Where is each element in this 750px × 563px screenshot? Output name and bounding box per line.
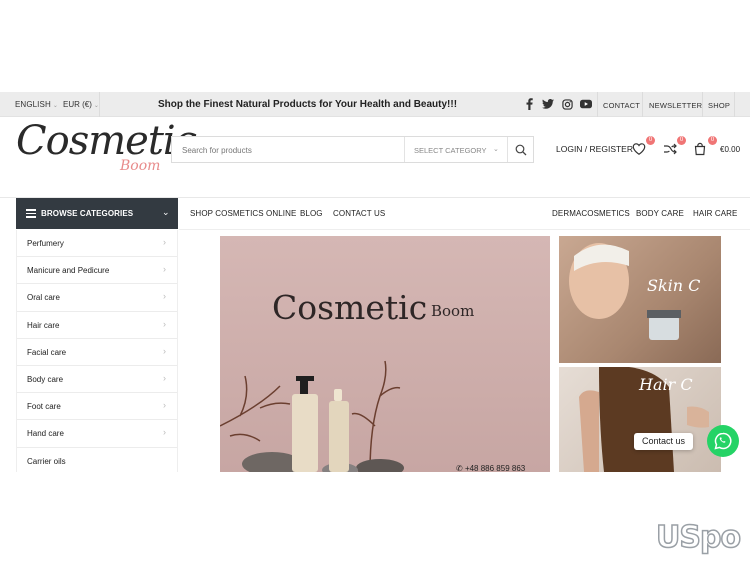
category-item-manicure-pedicure[interactable]: Manicure and Pedicure ›: [17, 257, 177, 285]
divider: [99, 92, 100, 117]
category-item-oral-care[interactable]: Oral care ›: [17, 284, 177, 312]
shop-link[interactable]: SHOP: [708, 101, 730, 110]
language-selector[interactable]: ENGLISH ⌄: [15, 100, 58, 109]
top-bar: ENGLISH ⌄ EUR (€) ⌄ Shop the Finest Natura…: [0, 92, 750, 117]
cart-count-badge: 0: [708, 136, 717, 145]
menu-icon: [26, 209, 36, 218]
whatsapp-icon: [714, 432, 732, 450]
divider: [642, 92, 643, 117]
category-label: Carrier oils: [27, 456, 66, 466]
logo-subtitle: Boom: [120, 158, 161, 174]
nav-contact-us[interactable]: CONTACT US: [333, 209, 385, 218]
category-label: Foot care: [27, 402, 61, 412]
chevron-right-icon: ›: [163, 400, 166, 411]
category-label: Body care: [27, 374, 64, 384]
nav-body-care[interactable]: BODY CARE: [636, 209, 684, 218]
newsletter-link[interactable]: NEWSLETTER: [649, 101, 702, 110]
search-input[interactable]: Search for products: [182, 146, 252, 155]
category-select-label: SELECT CATEGORY: [414, 146, 487, 155]
login-register-link[interactable]: LOGIN / REGISTER: [556, 144, 633, 154]
category-item-perfumery[interactable]: Perfumery ›: [17, 230, 177, 258]
category-item-facial-care[interactable]: Facial care ›: [17, 339, 177, 366]
heart-icon[interactable]: [632, 142, 646, 156]
chevron-down-icon: ⌄: [493, 146, 499, 153]
chevron-right-icon: ›: [163, 237, 166, 247]
facebook-icon[interactable]: [523, 98, 535, 110]
hero-banner[interactable]: Cosmetic Boom ✆ +48 886 859 863: [220, 236, 550, 472]
logo[interactable]: Cosmetic: [16, 118, 197, 164]
nav-hair-care[interactable]: HAIR CARE: [693, 209, 737, 218]
nav-shop-cosmetics-online[interactable]: SHOP COSMETICS ONLINE: [190, 209, 296, 218]
cart-icon[interactable]: [693, 142, 707, 156]
promo-card-hair-c[interactable]: Hair C: [559, 367, 721, 472]
divider: [179, 229, 750, 230]
category-item-body-care[interactable]: Body care ›: [17, 366, 177, 394]
instagram-icon[interactable]: [561, 98, 573, 110]
browse-categories-label: BROWSE CATEGORIES: [41, 209, 134, 218]
wishlist-count-badge: 0: [646, 136, 655, 145]
divider: [734, 92, 735, 117]
divider: [597, 92, 598, 117]
product-illustration: [220, 360, 404, 472]
skin-care-photo: [569, 243, 681, 340]
contact-link[interactable]: CONTACT: [603, 101, 640, 110]
browse-categories-button[interactable]: BROWSE CATEGORIES ⌄: [16, 198, 178, 229]
nav-dermacosmetics[interactable]: DERMACOSMETICS: [552, 209, 630, 218]
compare-count-badge: 0: [677, 136, 686, 145]
category-label: Facial care: [27, 347, 67, 357]
category-label: Manicure and Pedicure: [27, 266, 110, 276]
promo-skin-label: Skin C: [647, 276, 701, 295]
category-label: Oral care: [27, 293, 60, 303]
search-icon: [515, 144, 527, 155]
contact-us-tooltip[interactable]: Contact us: [634, 433, 694, 450]
promo-hair-label: Hair C: [639, 375, 693, 394]
currency-selector[interactable]: EUR (€) ⌄: [63, 100, 99, 109]
compare-icon[interactable]: [663, 142, 677, 156]
search-button[interactable]: [507, 137, 534, 162]
search-bar: Search for products SELECT CATEGORY ⌄: [171, 136, 534, 163]
watermark-logo: USpo: [655, 519, 742, 556]
category-item-foot-care[interactable]: Foot care ›: [17, 393, 177, 421]
divider: [702, 92, 703, 117]
cart-total[interactable]: €0.00: [720, 145, 740, 154]
chevron-right-icon: ›: [163, 427, 166, 438]
youtube-icon[interactable]: [580, 98, 592, 110]
category-label: Hand care: [27, 429, 64, 439]
hero-phone: ✆ +48 886 859 863: [456, 464, 526, 472]
category-select[interactable]: SELECT CATEGORY ⌄: [404, 137, 507, 162]
twitter-icon[interactable]: [542, 98, 554, 110]
category-label: Perfumery: [27, 239, 64, 248]
promo-text: Shop the Finest Natural Products for You…: [157, 99, 458, 110]
category-menu: Perfumery › Manicure and Pedicure › Oral c…: [16, 230, 178, 472]
chevron-right-icon: ›: [163, 345, 166, 356]
chevron-down-icon: ⌄: [162, 207, 170, 217]
chevron-right-icon: ›: [163, 291, 166, 302]
chevron-right-icon: ›: [163, 318, 166, 329]
chevron-right-icon: ›: [163, 264, 166, 275]
promo-card-skin-c[interactable]: Skin C: [559, 236, 721, 363]
whatsapp-button[interactable]: [707, 425, 739, 457]
category-label: Hair care: [27, 320, 60, 330]
nav-blog[interactable]: BLOG: [300, 209, 323, 218]
chevron-right-icon: ›: [163, 372, 166, 383]
social-links: [523, 98, 592, 110]
category-item-carrier-oils[interactable]: Carrier oils: [17, 448, 177, 475]
category-item-hair-care[interactable]: Hair care ›: [17, 312, 177, 339]
category-item-hand-care[interactable]: Hand care ›: [17, 420, 177, 448]
